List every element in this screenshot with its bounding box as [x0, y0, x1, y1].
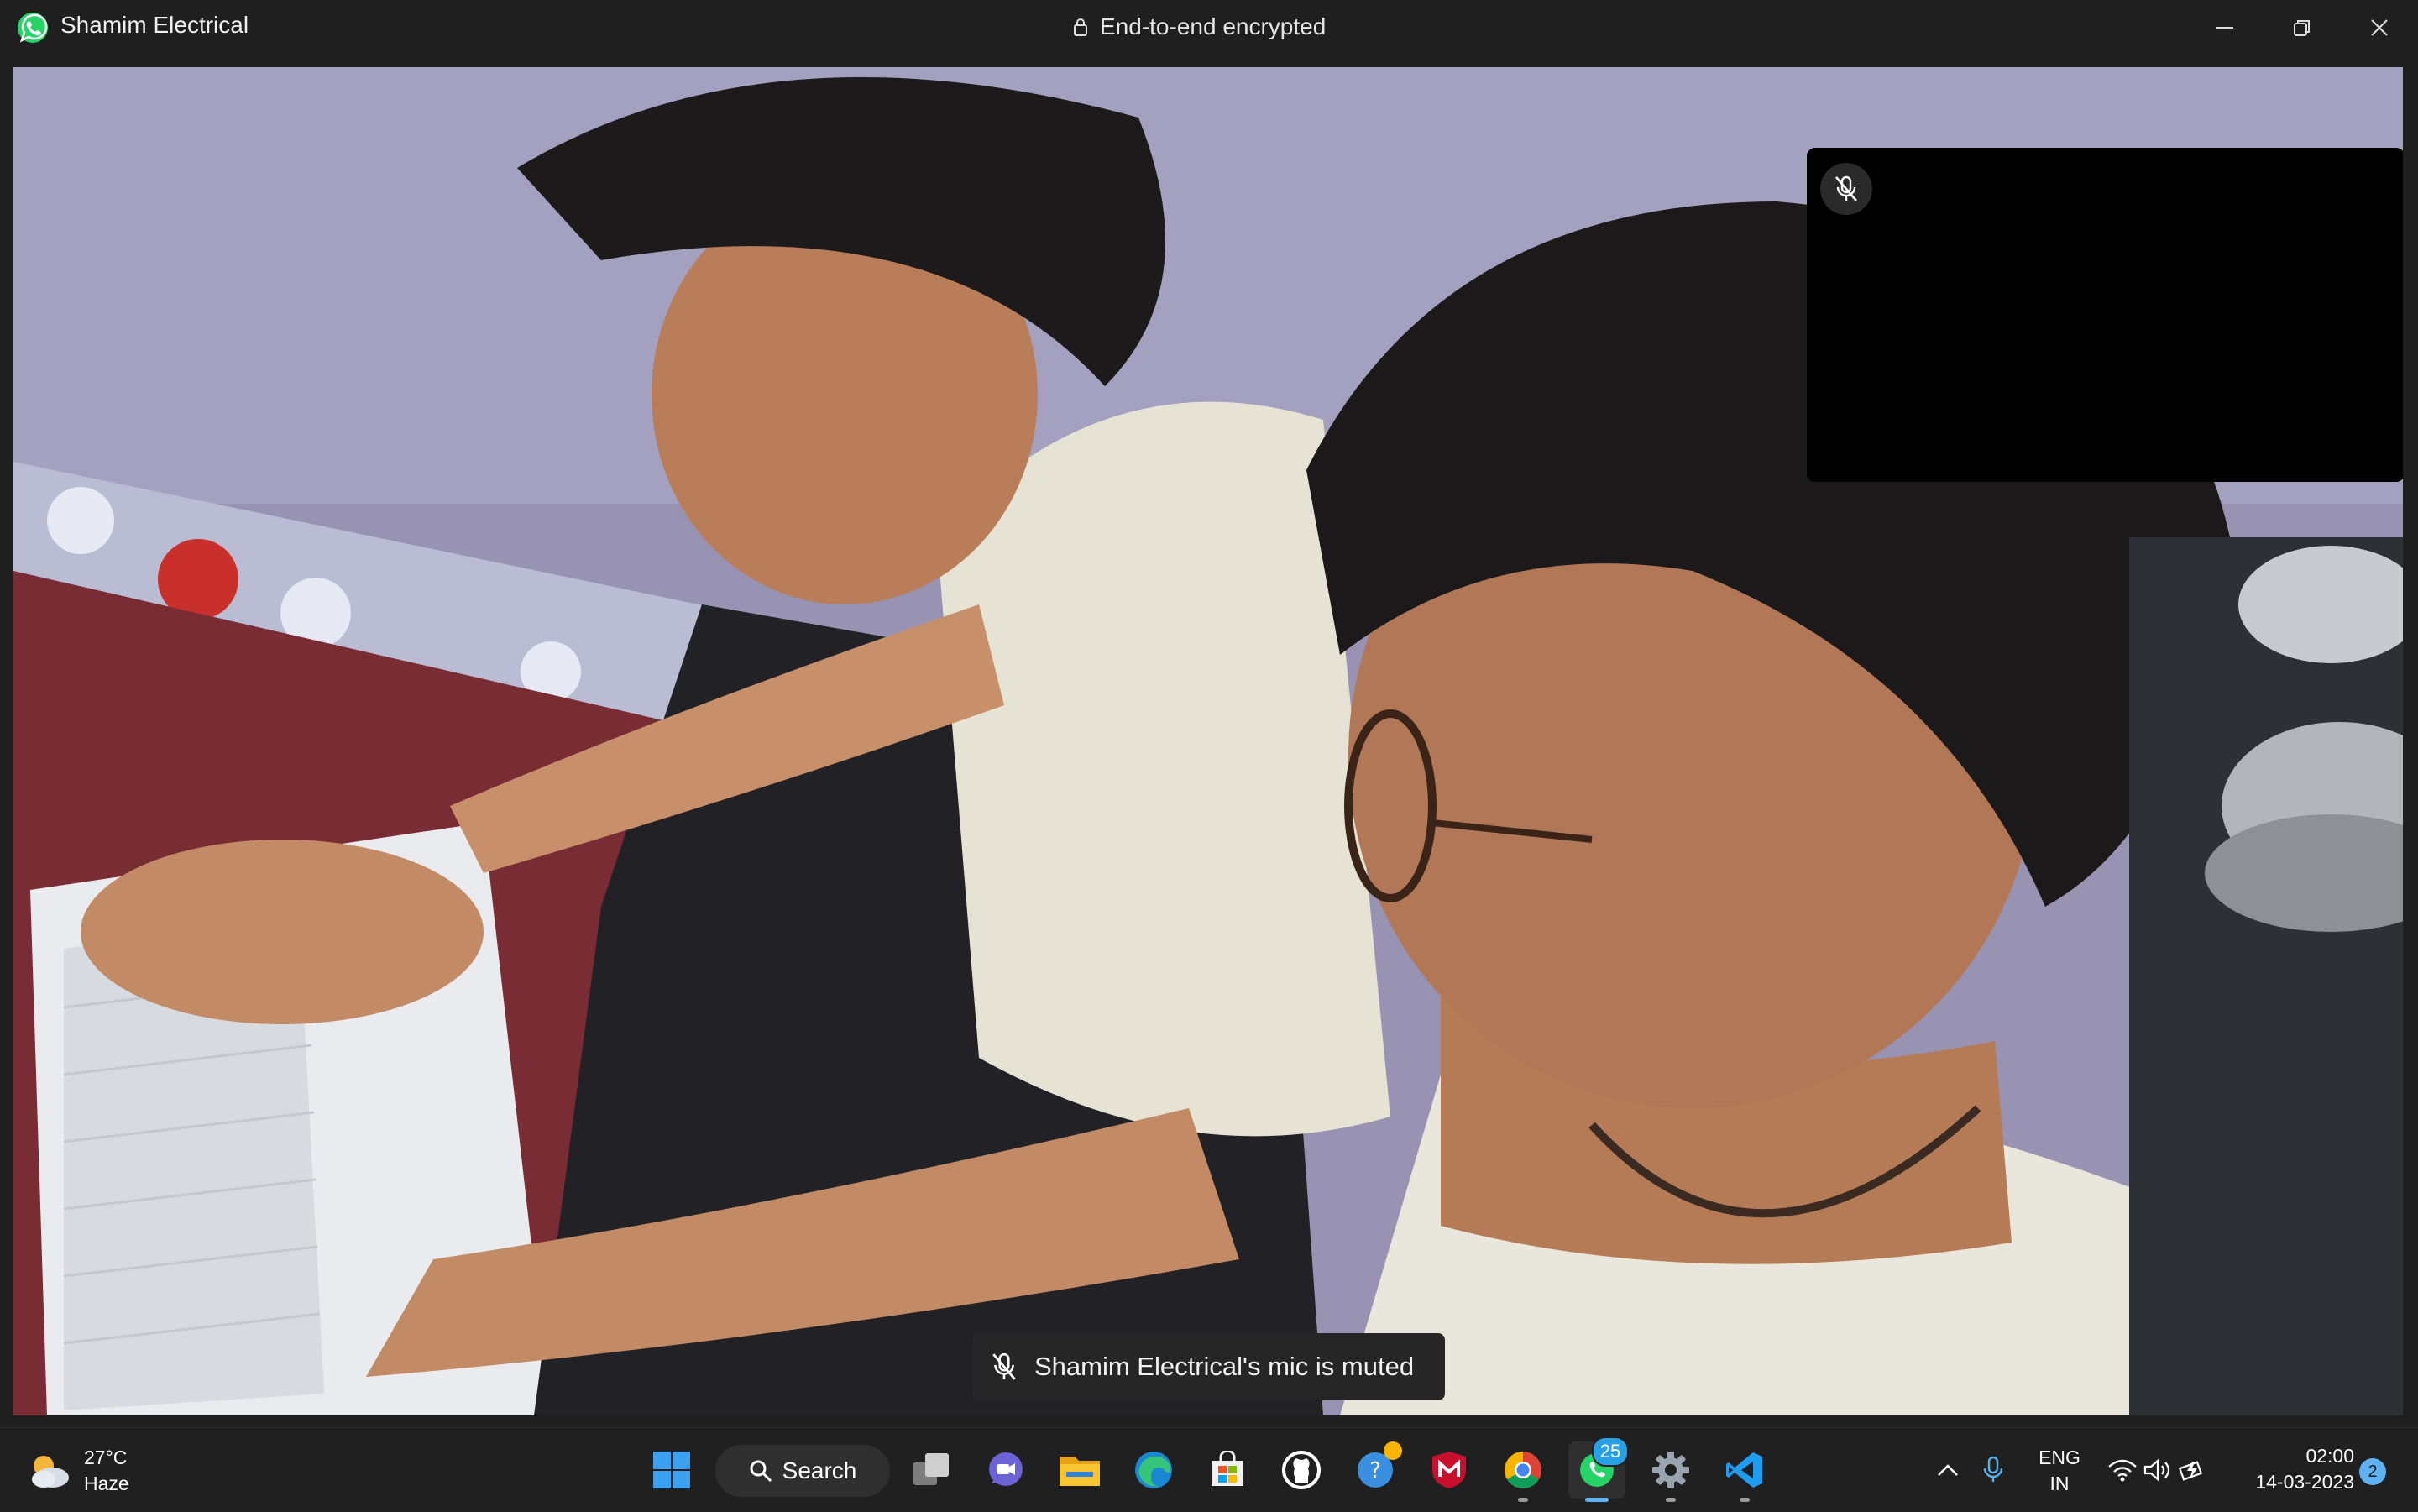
whatsapp-taskbar-button[interactable]: 25 — [1568, 1436, 1629, 1502]
mcafee-button[interactable] — [1421, 1441, 1478, 1499]
mic-off-icon — [1835, 175, 1857, 201]
language-code: ENG — [2039, 1447, 2080, 1468]
title-bar: Shamim Electrical End-to-end encrypted — [0, 0, 2418, 55]
settings-running-indicator — [1666, 1498, 1676, 1502]
chrome-icon — [1505, 1452, 1541, 1488]
teams-chat-button[interactable] — [977, 1441, 1034, 1499]
encryption-label: End-to-end encrypted — [1100, 13, 1327, 39]
wifi-icon — [2108, 1459, 2137, 1482]
edge-browser-button[interactable] — [1125, 1441, 1182, 1499]
window-title: Shamim Electrical — [60, 12, 249, 38]
input-language-indicator[interactable]: ENG IN — [2030, 1445, 2089, 1497]
lock-icon — [1074, 18, 1087, 36]
task-view-icon — [913, 1453, 949, 1485]
volume-icon — [2143, 1458, 2170, 1482]
mic-muted-toast: Shamim Electrical's mic is muted — [972, 1333, 1445, 1400]
self-mic-muted-indicator — [1820, 163, 1872, 215]
store-icon — [1212, 1451, 1243, 1486]
chat-icon — [989, 1452, 1023, 1486]
whatsapp-unread-badge: 25 — [1592, 1436, 1629, 1467]
github-desktop-button[interactable] — [1273, 1441, 1330, 1499]
vscode-running-indicator — [1740, 1498, 1750, 1502]
whatsapp-running-indicator — [1585, 1498, 1609, 1502]
folder-icon — [1060, 1457, 1100, 1486]
restore-button[interactable] — [2264, 0, 2341, 55]
vscode-icon — [1726, 1452, 1762, 1488]
notification-center-badge[interactable]: 2 — [2359, 1458, 2386, 1485]
vscode-button[interactable] — [1716, 1441, 1773, 1502]
toast-text: Shamim Electrical's mic is muted — [1034, 1352, 1415, 1381]
task-view-button[interactable] — [903, 1441, 960, 1499]
chrome-running-indicator — [1518, 1498, 1528, 1502]
svg-text:?: ? — [1369, 1458, 1381, 1483]
settings-button[interactable] — [1642, 1441, 1699, 1502]
whatsapp-logo-icon — [18, 13, 48, 43]
minimize-button[interactable] — [2186, 0, 2264, 55]
file-explorer-button[interactable] — [1051, 1441, 1108, 1499]
weather-widget[interactable]: 27°C Haze — [25, 1445, 129, 1497]
close-icon — [2371, 19, 2388, 36]
weather-temperature: 27°C — [84, 1447, 128, 1468]
microphone-icon — [1983, 1456, 2003, 1482]
language-region: IN — [2049, 1473, 2070, 1494]
weather-condition: Haze — [84, 1473, 129, 1494]
windows-logo-icon — [653, 1452, 690, 1488]
self-view-pip[interactable] — [1807, 148, 2403, 482]
chrome-button[interactable] — [1494, 1441, 1552, 1502]
get-help-button[interactable]: ? — [1347, 1441, 1404, 1499]
clock-time: 02:00 — [2305, 1445, 2354, 1467]
close-button[interactable] — [2341, 0, 2418, 55]
edge-icon — [1135, 1452, 1172, 1488]
search-icon — [750, 1460, 772, 1483]
quick-settings-button[interactable] — [2099, 1441, 2216, 1499]
remote-video-feed[interactable]: Shamim Electrical's mic is muted — [13, 67, 2403, 1415]
start-button[interactable] — [643, 1441, 700, 1499]
minimize-icon — [2216, 27, 2233, 29]
mic-off-icon — [992, 1352, 1016, 1380]
search-label: Search — [782, 1457, 857, 1483]
battery-charging-icon — [2178, 1461, 2203, 1481]
help-notification-dot — [1384, 1441, 1402, 1460]
weather-haze-icon — [32, 1456, 69, 1488]
show-hidden-icons-button[interactable] — [1923, 1441, 1973, 1499]
restore-icon — [2294, 20, 2310, 36]
clock-date: 14-03-2023 — [2255, 1471, 2354, 1493]
microphone-tray-button[interactable] — [1970, 1441, 2017, 1499]
github-icon — [1282, 1451, 1321, 1489]
encryption-indicator: End-to-end encrypted — [1073, 13, 1326, 40]
gear-icon — [1652, 1452, 1689, 1488]
microsoft-store-button[interactable] — [1199, 1441, 1256, 1499]
taskbar: 27°C Haze Search ? 25 ENG IN 02:00 14-03… — [0, 1427, 2418, 1512]
mcafee-shield-icon — [1432, 1452, 1466, 1488]
clock[interactable]: 02:00 14-03-2023 — [2232, 1443, 2354, 1495]
taskbar-search-button[interactable]: Search — [715, 1445, 890, 1497]
chevron-up-icon — [1938, 1464, 1958, 1476]
